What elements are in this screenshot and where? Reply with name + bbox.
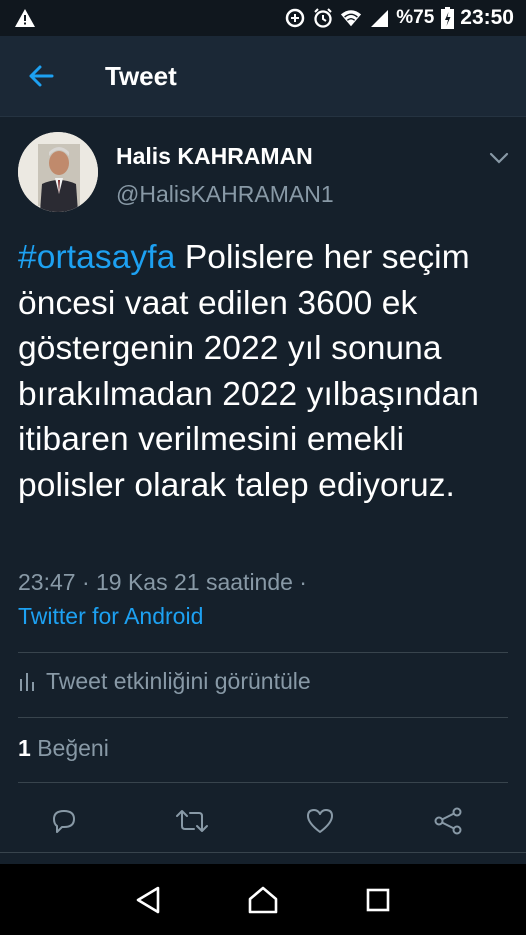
nav-recents-button[interactable] [353,875,403,925]
author-name[interactable]: Halis KAHRAMAN [116,143,313,170]
tweet-menu-button[interactable] [484,143,514,173]
nav-home-button[interactable] [238,875,288,925]
recents-icon [367,888,390,911]
arrow-left-icon [29,65,54,87]
likes-summary[interactable]: 1 Beğeni [18,735,109,762]
battery-icon [440,7,454,29]
system-nav-bar [0,864,526,935]
share-button[interactable] [426,799,470,843]
analytics-icon [20,672,34,691]
like-label: Beğeni [37,735,109,761]
like-icon [307,809,333,833]
signal-icon [368,7,390,29]
warning-icon [14,7,36,29]
divider [0,852,526,853]
back-button[interactable] [13,48,69,104]
data-saver-icon [284,7,306,29]
retweet-icon [176,810,208,832]
clock: 23:50 [460,6,514,29]
divider [18,782,508,783]
tweet-body: Polislere her seçim öncesi vaat edilen 3… [18,239,480,504]
page-title: Tweet [105,60,177,91]
chevron-down-icon [489,152,509,164]
like-count: 1 [18,735,31,761]
alarm-icon [312,7,334,29]
back-triangle-icon [136,886,159,913]
share-icon [434,807,462,835]
home-icon [248,886,278,913]
tweet-activity-button[interactable]: Tweet etkinliğini görüntüle [18,668,311,695]
tweet-text: #ortasayfa Polislere her seçim öncesi va… [18,235,513,508]
reply-icon [53,810,75,833]
like-button[interactable] [298,799,342,843]
divider [18,717,508,718]
nav-back-button[interactable] [123,875,173,925]
retweet-button[interactable] [170,799,214,843]
app-bar: Tweet [0,36,526,117]
divider [18,652,508,653]
battery-percent: %75 [396,7,435,28]
tweet-actions [0,799,526,843]
author-handle[interactable]: @HalisKAHRAMAN1 [116,181,334,208]
wifi-icon [340,7,362,29]
status-bar: %75 23:50 [0,0,526,36]
reply-button[interactable] [42,799,86,843]
avatar[interactable] [18,132,98,212]
tweet-activity-label: Tweet etkinliğini görüntüle [46,668,311,694]
tweet-timestamp: 23:47 · 19 Kas 21 saatinde · [18,569,307,595]
tweet-source-link[interactable]: Twitter for Android [18,603,203,630]
hashtag-link[interactable]: #ortasayfa [18,239,175,276]
